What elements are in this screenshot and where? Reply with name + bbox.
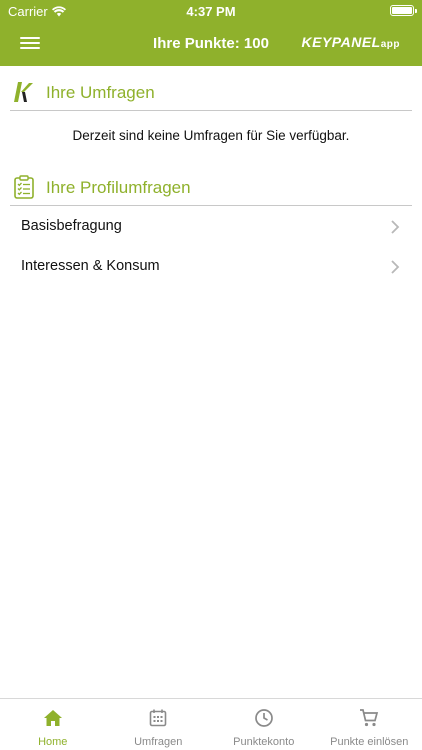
list-item-interessen-konsum[interactable]: Interessen & Konsum [10,247,412,287]
chevron-right-icon [391,260,400,274]
tab-label: Punkte einlösen [330,736,409,748]
list-item-basisbefragung[interactable]: Basisbefragung [10,207,412,247]
keypanel-k-icon [14,82,33,102]
tab-umfragen[interactable]: Umfragen [106,699,212,750]
tab-label: Home [38,736,68,748]
chevron-right-icon [391,220,400,234]
surveys-section-header: Ihre Umfragen [10,73,412,111]
list-item-label: Basisbefragung [21,218,122,234]
clock-time: 4:37 PM [186,4,236,19]
tab-label: Umfragen [134,736,183,748]
status-bar: Carrier 4:37 PM [0,0,422,22]
tab-label: Punktekonto [233,736,295,748]
home-icon [43,710,62,726]
battery-icon [390,5,417,16]
surveys-title: Ihre Umfragen [46,83,155,102]
profile-surveys-title: Ihre Profilumfragen [46,178,191,197]
calendar-icon [149,709,167,727]
nav-bar: Ihre Punkte: 100 KEYPANELapp [0,26,422,62]
cart-icon [360,709,379,727]
app-header: Carrier 4:37 PM Ihre Punkte: 100 KEYPANE… [0,0,422,66]
tab-punkte-einloesen[interactable]: Punkte einlösen [317,699,422,750]
empty-surveys-message: Derzeit sind keine Umfragen für Sie verf… [72,128,350,143]
brand-logo: KEYPANELapp [301,34,400,50]
list-item-label: Interessen & Konsum [21,258,160,274]
tab-punktekonto[interactable]: Punktekonto [211,699,317,750]
tab-bar: Home Umfragen Punktekonto Punkte einlöse… [0,698,422,750]
tab-home[interactable]: Home [0,699,106,750]
profile-surveys-section-header: Ihre Profilumfragen [10,168,412,206]
clipboard-icon [14,175,34,199]
clock-icon [254,709,273,727]
